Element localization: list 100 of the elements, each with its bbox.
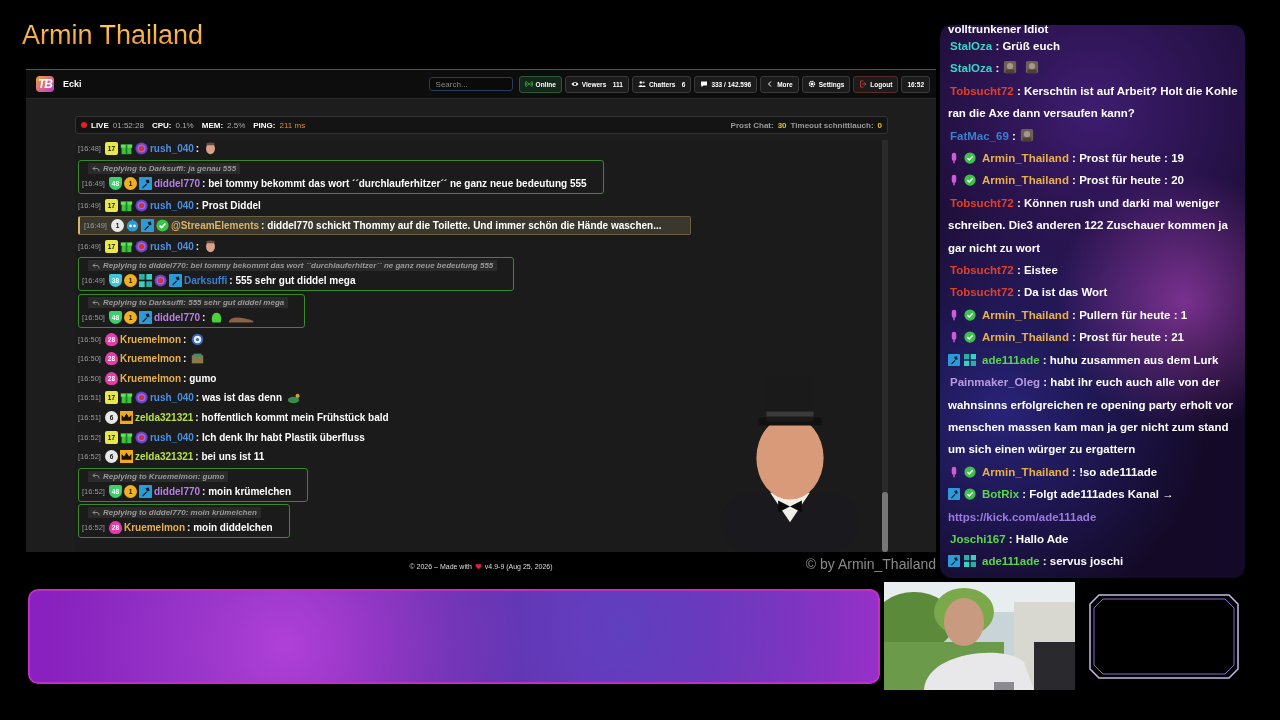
live-label: LIVE	[91, 121, 109, 130]
emote-icon	[1003, 60, 1018, 75]
chat-username[interactable]: Armin_Thailand	[982, 465, 1069, 478]
chat-username[interactable]: Kruemelmon	[123, 522, 186, 534]
check-icon	[964, 488, 976, 501]
chat-message: : Prost Diddel	[195, 199, 261, 211]
chat-username[interactable]: @StreamElements	[170, 220, 260, 232]
emote-icon	[191, 352, 205, 366]
emote-icon	[287, 391, 300, 405]
chat-username[interactable]: zelda321321	[134, 451, 194, 463]
chat-username[interactable]: rush_040	[149, 143, 194, 155]
hammer-icon	[140, 219, 154, 233]
chat-message: : diddel770 schickt Thommy auf die Toilette. Und immer schön die Hände waschen...	[261, 220, 662, 232]
settings-icon	[807, 80, 816, 89]
emote-icon	[204, 239, 218, 253]
chat-username[interactable]: rush_040	[149, 392, 194, 404]
chat-message: :	[1011, 129, 1016, 142]
chat-username[interactable]: Kruemelmon	[119, 333, 182, 345]
reply-arrow-icon	[92, 508, 100, 517]
chat-username[interactable]: ade111ade	[982, 555, 1040, 568]
chat-username[interactable]: Armin_Thailand	[982, 174, 1069, 187]
grid-icon	[964, 353, 976, 366]
app-logo: TB	[36, 76, 54, 93]
eye-icon	[570, 80, 579, 89]
chat-message: Tobsucht72 : Eistee	[949, 263, 1059, 279]
chat-username[interactable]: Darksuffi	[183, 275, 228, 287]
chat-username[interactable]: zelda321321	[134, 412, 194, 423]
chat-username[interactable]: FatMac_69	[950, 129, 1009, 142]
hammer-icon	[948, 488, 960, 501]
check-icon	[155, 219, 169, 233]
check-icon	[964, 174, 976, 187]
people-icon	[637, 80, 646, 89]
chat-message: volltrunkener Idiot	[948, 25, 1049, 35]
counter-value: 0	[877, 121, 882, 130]
hammer-icon	[138, 484, 152, 498]
gift-icon	[119, 430, 133, 444]
grid-icon	[964, 555, 976, 568]
counter-label: Timeout schnittlauch:	[790, 121, 874, 130]
reply-arrow-icon	[92, 472, 100, 481]
chat-username[interactable]: StalOza	[950, 62, 993, 75]
chat-username[interactable]: Armin_Thailand	[982, 308, 1069, 321]
chat-username[interactable]: rush_040	[149, 240, 194, 252]
gift-icon	[119, 142, 133, 156]
chat-message: : moin diddelchen	[187, 522, 273, 534]
chat-message: Tobsucht72 : Da ist das Wort	[949, 285, 1109, 301]
chat-username[interactable]: diddel770	[153, 485, 201, 497]
gift-icon	[119, 239, 133, 253]
check-icon	[964, 152, 976, 165]
chat-username[interactable]: ade111ade	[982, 353, 1040, 366]
chat-username[interactable]: diddel770	[153, 178, 201, 190]
chat-username[interactable]: rush_040	[149, 199, 194, 211]
globe-icon	[134, 198, 148, 212]
reply-text: Replying to Darksuffi: ja genau 555	[103, 164, 237, 174]
globe-icon	[134, 430, 148, 444]
chat-message: : huhu zusammen aus dem Lurk	[1041, 353, 1219, 366]
check-icon	[964, 465, 976, 478]
chat-username[interactable]: diddel770	[153, 312, 201, 324]
reply-arrow-icon	[92, 298, 100, 307]
chat-username[interactable]: Armin_Thailand	[982, 152, 1069, 165]
stat-value: 211 ms	[279, 121, 306, 130]
signal-icon	[524, 80, 533, 89]
chat-message: Tobsucht72 : Können rush und darki mal weniger schreiben. Die3 anderen 122 Zuschauer kommen ja gar nicht zu wort	[948, 195, 1229, 256]
chat-message: StalOza : Grüß euch	[949, 39, 1061, 54]
reply-arrow-icon	[92, 164, 100, 173]
chat-message: : Pullern für heute : 1	[1071, 308, 1188, 321]
stat-value: 0.1%	[175, 121, 194, 130]
chat-message: : hoffentlich kommt mein Frühstück bald	[195, 412, 389, 423]
globe-icon	[134, 239, 148, 253]
channel-name: Ecki	[63, 79, 83, 90]
chat-username[interactable]: Armin_Thailand	[982, 331, 1069, 344]
check-icon	[964, 308, 976, 321]
chat-message: : Folgt ade111ades Kanal →	[1021, 488, 1174, 501]
chat-username[interactable]: Kruemelmon	[119, 353, 182, 365]
reply-text: Replying to Kruemelmon: gumo	[103, 471, 225, 481]
search-field[interactable]: Search...	[428, 77, 513, 92]
counter-value: 30	[777, 121, 787, 130]
live-dot	[81, 122, 87, 129]
chat-username[interactable]: Kruemelmon	[119, 372, 182, 384]
chat-username[interactable]: BotRix	[982, 488, 1020, 501]
chat-username[interactable]: rush_040	[149, 431, 194, 443]
chat-message: : bei uns ist 11	[195, 451, 265, 463]
hammer-icon	[948, 555, 960, 568]
chat-message: : bei tommy bekommt das wort ´´durchlauferhitzer´´ ne ganz neue bedeutung 555	[202, 178, 587, 190]
scrollbar[interactable]	[882, 140, 888, 553]
check-icon	[964, 331, 976, 344]
robot-icon	[125, 219, 139, 233]
stat-value: 2.5%	[227, 121, 246, 130]
chat-message: : Prost für heute : 21	[1071, 331, 1184, 344]
chat-link[interactable]: https://kick.com/ade111ade	[948, 505, 1097, 528]
watermark-credit: © by Armin_Thailand	[805, 556, 936, 572]
crown-icon	[119, 450, 133, 464]
hammer-icon	[138, 311, 152, 325]
chat-message: : servus joschi	[1041, 555, 1124, 568]
chat-message: : Prost für heute : 20	[1071, 174, 1184, 187]
chat-message: :	[994, 62, 1000, 75]
grid-icon	[138, 274, 152, 288]
reply-text: Replying to diddel770: bei tommy bekommt das wort ´´durchlauferhitzer´´ ne ganz neue bedeutung 555	[103, 261, 494, 271]
emote-icon	[1019, 127, 1034, 142]
chat-message: : Prost für heute : 19	[1071, 152, 1184, 165]
stat-label: CPU:	[151, 121, 172, 130]
